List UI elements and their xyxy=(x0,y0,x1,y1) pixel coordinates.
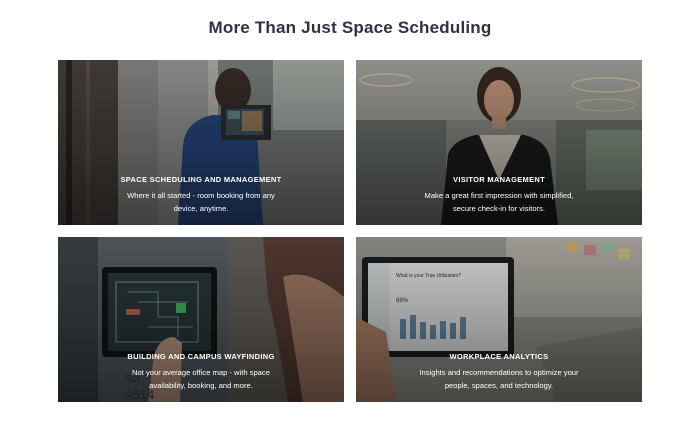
card-visitor-management[interactable]: VISITOR MANAGEMENT Make a great first im… xyxy=(356,60,642,225)
card-caption: BUILDING AND CAMPUS WAYFINDING Not your … xyxy=(58,352,344,392)
card-heading: VISITOR MANAGEMENT xyxy=(453,175,545,184)
card-workplace-analytics[interactable]: What is your True Utilization? 88% WORKP… xyxy=(356,237,642,402)
card-description: Make a great first impression with simpl… xyxy=(424,191,574,213)
card-description: Insights and recommendations to optimize… xyxy=(419,368,579,390)
card-caption: SPACE SCHEDULING AND MANAGEMENT Where it… xyxy=(58,175,344,215)
card-heading: SPACE SCHEDULING AND MANAGEMENT xyxy=(120,175,282,184)
card-heading: BUILDING AND CAMPUS WAYFINDING xyxy=(127,352,275,361)
section-title: More Than Just Space Scheduling xyxy=(208,18,492,37)
page: More Than Just Space Scheduling SPACE SC… xyxy=(0,0,700,432)
card-wayfinding[interactable]: Sta A514 BUILDING AND CAMPUS WAYFINDING … xyxy=(58,237,344,402)
card-caption: WORKPLACE ANALYTICS Insights and recomme… xyxy=(356,352,642,392)
card-heading: WORKPLACE ANALYTICS xyxy=(449,352,549,361)
card-space-scheduling[interactable]: SPACE SCHEDULING AND MANAGEMENT Where it… xyxy=(58,60,344,225)
card-description: Where it all started - room booking from… xyxy=(127,191,275,213)
card-caption: VISITOR MANAGEMENT Make a great first im… xyxy=(356,175,642,215)
card-description: Not your average office map - with space… xyxy=(132,368,270,390)
